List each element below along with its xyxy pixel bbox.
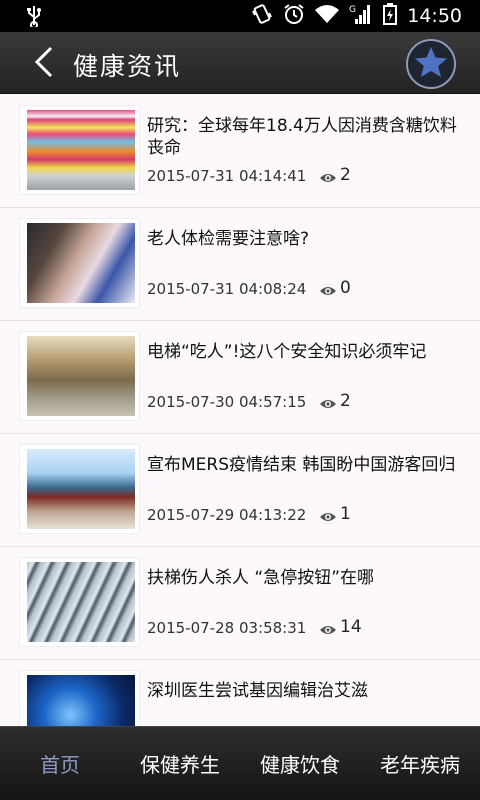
usb-icon: [26, 5, 42, 31]
view-count: 0: [319, 278, 351, 298]
article-thumbnail: [19, 331, 140, 421]
view-count-value: 14: [340, 617, 362, 637]
alarm-icon: [283, 3, 305, 29]
page-title: 健康资讯: [73, 52, 182, 81]
battery-icon: [383, 3, 398, 29]
article-row[interactable]: 老人体检需要注意啥? 2015-07-31 04:08:24 0: [0, 208, 480, 321]
view-count: 1: [319, 504, 351, 524]
vibrate-icon: [251, 3, 273, 29]
article-title: 研究：全球每年18.4万人因消费含糖饮料丧命: [147, 116, 457, 158]
eye-icon: [319, 395, 337, 408]
tab-healthy-diet[interactable]: 健康饮食: [240, 727, 360, 800]
signal-icon: G: [349, 3, 373, 29]
article-row[interactable]: 宣布MERS疫情结束 韩国盼中国游客回归 2015-07-29 04:13:22…: [0, 434, 480, 547]
article-thumbnail: [19, 670, 140, 726]
view-count-value: 1: [340, 504, 351, 524]
article-row[interactable]: 扶梯伤人杀人 “急停按钮”在哪 2015-07-28 03:58:31 14: [0, 547, 480, 660]
view-count-value: 2: [340, 391, 351, 411]
article-thumbnail: [19, 444, 140, 534]
bottom-tab-bar: 首页 保健养生 健康饮食 老年疾病: [0, 726, 480, 800]
article-thumbnail: [19, 218, 140, 308]
tab-elderly-diseases[interactable]: 老年疾病: [360, 727, 480, 800]
article-title: 老人体检需要注意啥?: [147, 229, 310, 249]
view-count-value: 2: [340, 165, 351, 185]
article-date: 2015-07-30 04:57:15: [147, 393, 307, 411]
eye-icon: [319, 169, 337, 182]
view-count: 14: [319, 617, 362, 637]
article-date: 2015-07-29 04:13:22: [147, 506, 307, 524]
article-title: 电梯“吃人”!这八个安全知识必须牢记: [147, 342, 427, 362]
favorite-button[interactable]: [406, 39, 456, 89]
tab-home[interactable]: 首页: [0, 727, 120, 800]
view-count-value: 0: [340, 278, 351, 298]
article-list[interactable]: 研究：全球每年18.4万人因消费含糖饮料丧命 2015-07-31 04:14:…: [0, 95, 480, 726]
view-count: 2: [319, 165, 351, 185]
article-row[interactable]: 深圳医生尝试基因编辑治艾滋: [0, 660, 480, 726]
view-count: 2: [319, 391, 351, 411]
back-button[interactable]: [24, 44, 64, 84]
article-date: 2015-07-28 03:58:31: [147, 619, 307, 637]
article-date: 2015-07-31 04:14:41: [147, 167, 307, 185]
wifi-icon: [315, 4, 340, 28]
article-title: 扶梯伤人杀人 “急停按钮”在哪: [147, 568, 375, 588]
article-title: 深圳医生尝试基因编辑治艾滋: [147, 681, 368, 701]
article-thumbnail: [19, 557, 140, 647]
svg-text:G: G: [349, 5, 356, 15]
article-row[interactable]: 电梯“吃人”!这八个安全知识必须牢记 2015-07-30 04:57:15 2: [0, 321, 480, 434]
article-title: 宣布MERS疫情结束 韩国盼中国游客回归: [147, 455, 456, 475]
status-time: 14:50: [407, 5, 462, 27]
chevron-left-icon: [33, 46, 55, 82]
article-row[interactable]: 研究：全球每年18.4万人因消费含糖饮料丧命 2015-07-31 04:14:…: [0, 95, 480, 208]
eye-icon: [319, 621, 337, 634]
app-header: 健康资讯: [0, 32, 480, 94]
article-thumbnail: [19, 105, 140, 195]
eye-icon: [319, 508, 337, 521]
status-bar: G 14:50: [0, 0, 480, 32]
tab-health-care[interactable]: 保健养生: [120, 727, 240, 800]
article-date: 2015-07-31 04:08:24: [147, 280, 307, 298]
eye-icon: [319, 282, 337, 295]
star-icon: [414, 46, 448, 82]
